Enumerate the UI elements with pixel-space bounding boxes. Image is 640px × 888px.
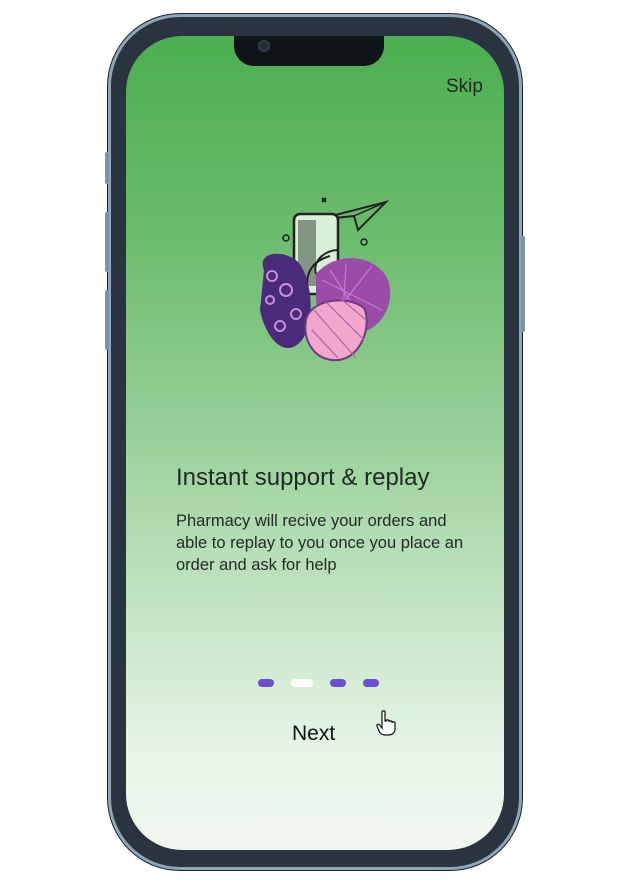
- onboarding-title: Instant support & replay: [176, 464, 430, 491]
- page-dot-1[interactable]: [258, 679, 274, 687]
- power-button: [521, 236, 525, 332]
- volume-down-button: [105, 290, 109, 350]
- onboarding-description: Pharmacy will recive your orders and abl…: [176, 512, 464, 574]
- page-indicator: [258, 679, 379, 687]
- mute-switch: [105, 152, 109, 184]
- page-dot-3[interactable]: [330, 679, 346, 687]
- page-dot-4[interactable]: [363, 679, 379, 687]
- page-dot-2-active[interactable]: [291, 679, 313, 687]
- phone-support-illustration: [260, 197, 391, 362]
- notch: [234, 36, 384, 66]
- skip-button[interactable]: Skip: [446, 76, 483, 98]
- camera-icon: [258, 40, 270, 52]
- volume-up-button: [105, 212, 109, 272]
- hand-pointer-icon: [376, 710, 396, 736]
- next-button[interactable]: Next: [292, 722, 335, 746]
